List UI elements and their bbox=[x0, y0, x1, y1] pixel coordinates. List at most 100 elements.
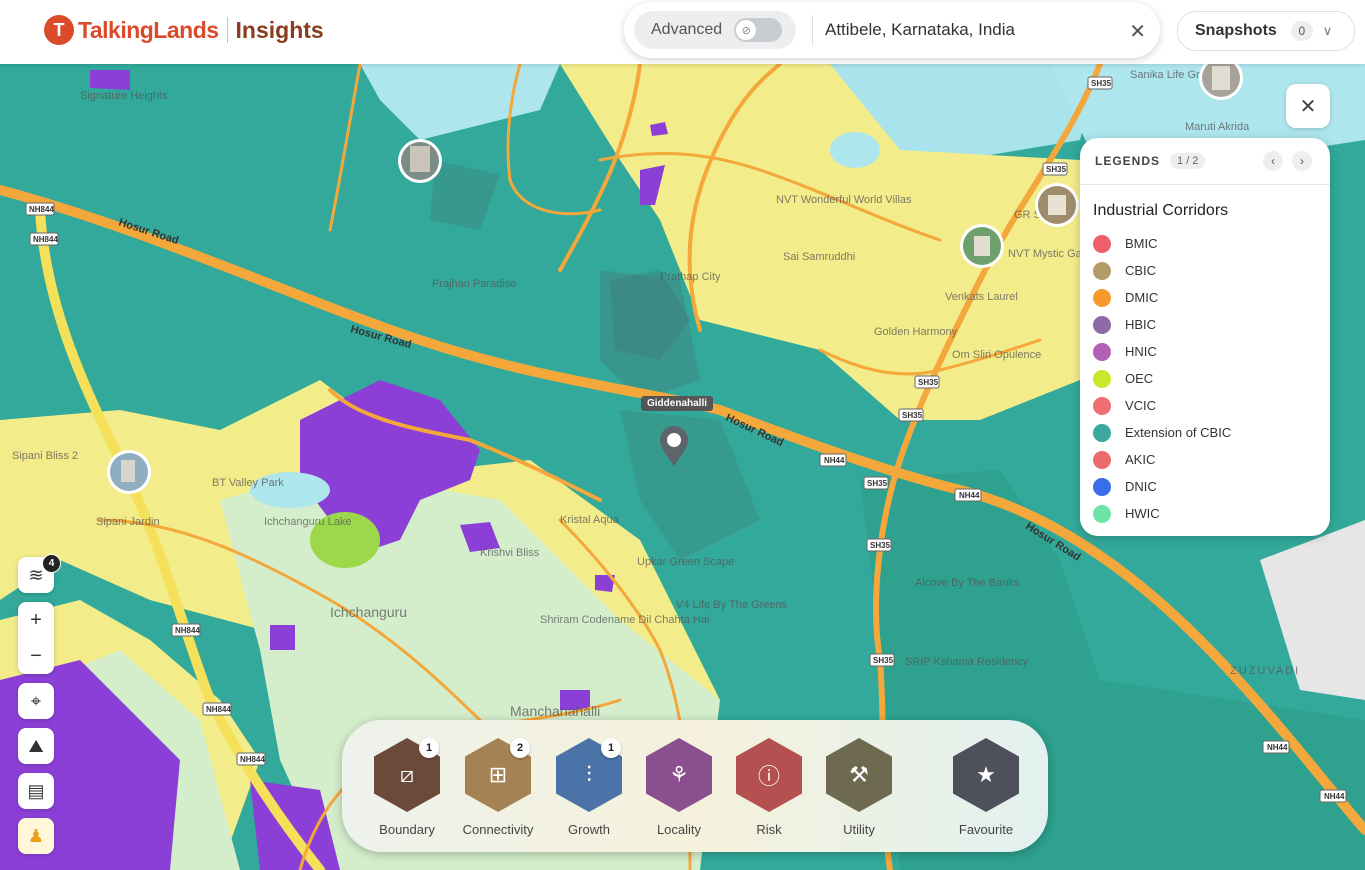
legend-item: BMIC bbox=[1093, 230, 1330, 257]
svg-text:SH35: SH35 bbox=[1046, 165, 1067, 174]
locality-icon: ⚘ bbox=[646, 738, 712, 812]
road-shield: SH35 bbox=[863, 476, 889, 490]
place-label: V4 Life By The Greens bbox=[676, 599, 788, 611]
legend-item: DNIC bbox=[1093, 473, 1330, 500]
legend-next-button[interactable]: › bbox=[1292, 151, 1312, 171]
terrain-button[interactable]: ⛰ bbox=[18, 728, 54, 764]
legend-item: AKIC bbox=[1093, 446, 1330, 473]
legend-header: LEGENDS 1 / 2 ‹ › bbox=[1080, 138, 1330, 185]
svg-text:SH35: SH35 bbox=[867, 479, 888, 488]
legend-label: HWIC bbox=[1125, 506, 1160, 521]
tools-icon: ⚒ bbox=[826, 738, 892, 812]
category-label: Connectivity bbox=[462, 822, 534, 837]
place-label: Sipani Jardin bbox=[96, 516, 160, 528]
place-label: Venkats Laurel bbox=[945, 291, 1018, 303]
road-shield: NH844 bbox=[171, 623, 201, 637]
advanced-label: Advanced bbox=[651, 21, 723, 38]
legend-swatch bbox=[1093, 396, 1111, 415]
road-shield: NH844 bbox=[29, 232, 59, 246]
category-risk[interactable]: ⓘ Risk bbox=[733, 738, 805, 837]
road-shield: NH44 bbox=[1262, 740, 1290, 754]
street-view-button[interactable]: ♟ bbox=[18, 818, 54, 854]
legend-item: VCIC bbox=[1093, 392, 1330, 419]
pin-label: Giddenahalli bbox=[641, 396, 714, 411]
legend-label: HNIC bbox=[1125, 344, 1157, 359]
toggle-switch[interactable]: ⊘ bbox=[734, 18, 783, 42]
property-pin[interactable] bbox=[398, 139, 442, 183]
legend-prev-button[interactable]: ‹ bbox=[1263, 151, 1283, 171]
search-input[interactable] bbox=[823, 19, 1127, 41]
legend-swatch bbox=[1093, 261, 1111, 280]
category-locality[interactable]: ⚘ Locality bbox=[643, 738, 715, 837]
mountain-icon: ⛰ bbox=[28, 735, 44, 756]
property-pin[interactable] bbox=[1035, 183, 1079, 227]
place-label: Sipani Bliss 2 bbox=[12, 450, 78, 462]
category-label: Boundary bbox=[379, 822, 435, 837]
category-label: Growth bbox=[568, 822, 610, 837]
legend-label: DNIC bbox=[1125, 479, 1157, 494]
road-shield: SH35 bbox=[866, 538, 892, 552]
chevron-down-icon: ∨ bbox=[1322, 23, 1333, 38]
svg-text:NH844: NH844 bbox=[175, 626, 200, 635]
search-divider bbox=[812, 15, 813, 45]
road-shield: NH44 bbox=[819, 453, 847, 467]
road-shield: SH35 bbox=[898, 408, 924, 422]
property-pin[interactable] bbox=[107, 450, 151, 494]
legend-swatch bbox=[1093, 423, 1111, 442]
legend-swatch bbox=[1093, 342, 1111, 361]
legend-label: DMIC bbox=[1125, 290, 1159, 305]
place-label: Alcove By The Banks bbox=[915, 577, 1020, 589]
place-label: Shriram Codename Dil Chahta Hai bbox=[540, 614, 709, 626]
place-label: Sai Samruddhi bbox=[783, 251, 855, 263]
zoom-out-button[interactable]: − bbox=[18, 638, 54, 674]
zoom-in-button[interactable]: + bbox=[18, 602, 54, 638]
map-icon: ▤ bbox=[27, 780, 45, 801]
close-legend-button[interactable]: ✕ bbox=[1286, 84, 1330, 128]
road-shield: SH35 bbox=[1042, 162, 1068, 176]
legend-label: AKIC bbox=[1125, 452, 1156, 467]
place-label: Ichchanguru bbox=[330, 604, 407, 620]
svg-text:SH35: SH35 bbox=[870, 541, 891, 550]
brand-name: TalkingLands bbox=[78, 16, 219, 43]
place-label: BT Valley Park bbox=[212, 477, 284, 489]
search-bar: Advanced ⊘ ✕ bbox=[624, 2, 1160, 58]
category-badge: 2 bbox=[510, 738, 530, 758]
place-label: Golden Harmony bbox=[874, 326, 958, 338]
crosshair-icon: ⌖ bbox=[30, 690, 42, 711]
category-boundary[interactable]: ⧄ 1 Boundary bbox=[371, 738, 443, 837]
svg-text:NH844: NH844 bbox=[240, 755, 265, 764]
category-utility[interactable]: ⚒ Utility bbox=[823, 738, 895, 837]
category-badge: 1 bbox=[601, 738, 621, 758]
category-label: Utility bbox=[843, 822, 875, 837]
legend-swatch bbox=[1093, 315, 1111, 334]
category-connectivity[interactable]: ⊞ 2 Connectivity bbox=[462, 738, 534, 837]
road-shield: NH44 bbox=[1319, 789, 1347, 803]
header: T TalkingLands Insights Advanced ⊘ ✕ Sna… bbox=[0, 0, 1365, 64]
legend-subtitle: Industrial Corridors bbox=[1093, 202, 1229, 219]
legend-title: LEGENDS bbox=[1095, 154, 1161, 168]
locate-button[interactable]: ⌖ bbox=[18, 683, 54, 719]
place-label: Prathap City bbox=[660, 271, 721, 283]
logo[interactable]: T TalkingLands Insights bbox=[44, 14, 324, 46]
category-growth[interactable]: ⫶ 1 Growth bbox=[553, 738, 625, 837]
road-shield: SH35 bbox=[1087, 76, 1113, 90]
road-shield: NH844 bbox=[236, 752, 266, 766]
category-label: Locality bbox=[656, 822, 702, 837]
toggle-off-icon: ⊘ bbox=[736, 20, 757, 40]
legend-swatch bbox=[1093, 477, 1111, 496]
advanced-toggle[interactable]: Advanced ⊘ bbox=[634, 11, 796, 49]
map-style-button[interactable]: ▤ bbox=[18, 773, 54, 809]
property-pin[interactable] bbox=[960, 224, 1004, 268]
snapshots-button[interactable]: Snapshots 0 ∨ bbox=[1177, 11, 1355, 51]
place-label: NVT Wonderful World Villas bbox=[776, 194, 912, 206]
svg-text:NH844: NH844 bbox=[206, 705, 231, 714]
legend-item: HNIC bbox=[1093, 338, 1330, 365]
legend-page-indicator: 1 / 2 bbox=[1170, 153, 1206, 169]
snapshots-label: Snapshots bbox=[1195, 22, 1277, 39]
legend-label: OEC bbox=[1125, 371, 1154, 386]
place-label: ZUZUVADI bbox=[1230, 665, 1300, 677]
clear-search-icon[interactable]: ✕ bbox=[1129, 19, 1146, 44]
category-dock: ⧄ 1 Boundary ⊞ 2 Connectivity ⫶ 1 Growth… bbox=[342, 720, 1048, 852]
category-favourite[interactable]: ★ Favourite bbox=[950, 738, 1022, 837]
legend-item: DMIC bbox=[1093, 284, 1330, 311]
